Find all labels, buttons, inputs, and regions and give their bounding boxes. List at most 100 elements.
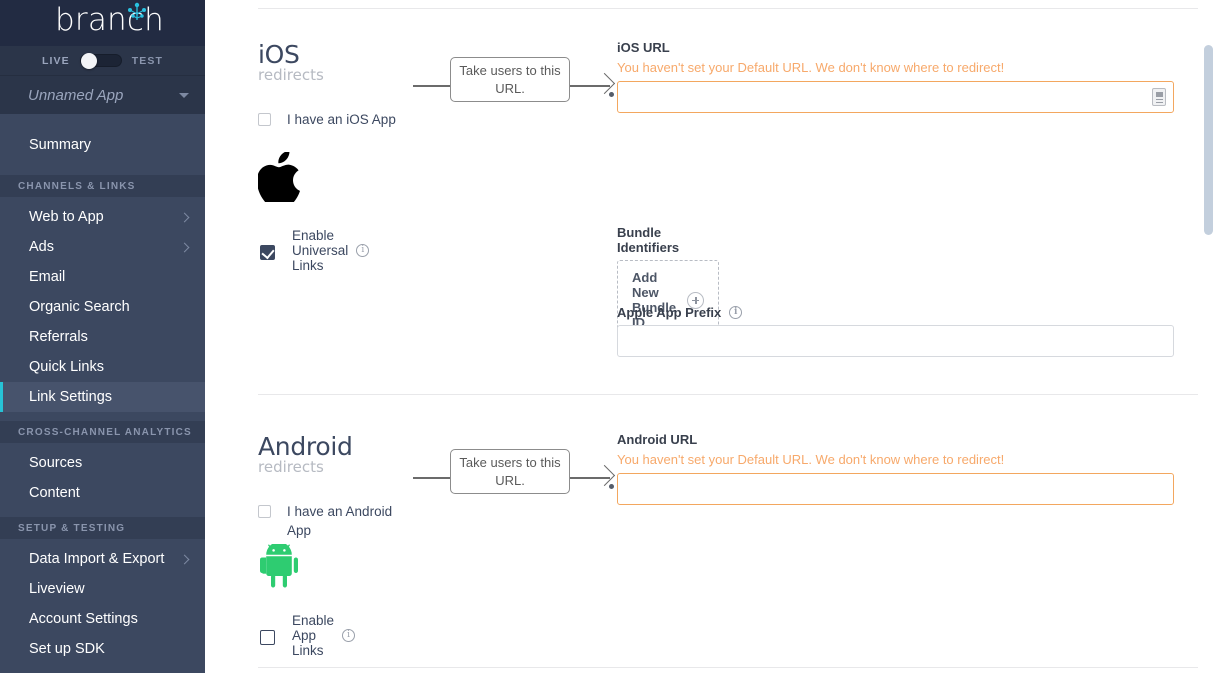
env-toggle-switch[interactable]	[80, 54, 122, 67]
android-url-field-group: Android URL You haven't set your Default…	[617, 432, 1174, 505]
flow-arrow-right-icon	[570, 85, 610, 87]
apple-logo-icon	[258, 152, 300, 202]
ios-apple-app-prefix-label-text: Apple App Prefix	[617, 305, 721, 320]
ios-url-input[interactable]	[617, 81, 1174, 113]
ios-section-title: iOS	[258, 40, 300, 69]
info-icon[interactable]: i	[356, 244, 369, 257]
chevron-right-icon	[180, 554, 190, 564]
ios-url-warning: You haven't set your Default URL. We don…	[617, 60, 1174, 75]
sidebar-item-set-up-sdk[interactable]: Set up SDK	[0, 634, 205, 664]
android-have-app-checkbox[interactable]	[258, 505, 271, 518]
sidebar-item-referrals[interactable]: Referrals	[0, 322, 205, 352]
section-divider-bottom	[258, 667, 1198, 668]
sidebar-item-web-to-app[interactable]: Web to App	[0, 202, 205, 232]
android-have-app-label: I have an Android App	[287, 502, 398, 540]
sidebar-item-label: Organic Search	[29, 299, 191, 315]
sidebar-item-label: Link Settings	[29, 389, 191, 405]
ios-have-app-row[interactable]: I have an iOS App	[258, 110, 398, 129]
android-app-links-row[interactable]: Enable App Links i	[260, 613, 355, 658]
scrollbar-track[interactable]	[1208, 0, 1217, 673]
ios-universal-links-label-text: Enable Universal Links	[292, 228, 348, 273]
android-have-app-row[interactable]: I have an Android App	[258, 502, 398, 540]
chevron-right-icon	[180, 212, 190, 222]
sidebar-item-label: Ads	[29, 239, 181, 255]
sidebar-item-label: Liveview	[29, 581, 191, 597]
sidebar-item-label: Email	[29, 269, 191, 285]
info-icon[interactable]: i	[729, 306, 742, 319]
sidebar-item-data-import-export[interactable]: Data Import & Export	[0, 544, 205, 574]
ios-flow-diagram: Take users to this URL.	[413, 57, 613, 113]
ios-flow-box-label: Take users to this URL.	[450, 57, 570, 102]
sidebar-item-liveview[interactable]: Liveview	[0, 574, 205, 604]
android-app-links-checkbox[interactable]	[260, 630, 275, 645]
chevron-down-icon[interactable]	[179, 93, 189, 98]
ios-url-field-group: iOS URL You haven't set your Default URL…	[617, 40, 1174, 113]
android-logo-icon	[258, 544, 300, 588]
sidebar-section-setup-testing: SETUP & TESTING	[0, 517, 205, 539]
env-test-label[interactable]: TEST	[132, 55, 163, 67]
sidebar-item-link-settings[interactable]: Link Settings	[0, 382, 205, 412]
brand-logo[interactable]: branch	[0, 0, 205, 46]
sidebar-item-label: Quick Links	[29, 359, 191, 375]
flow-line-left	[413, 477, 450, 479]
ios-url-field-marker	[609, 92, 614, 97]
sidebar-item-label: Sources	[29, 455, 191, 471]
sidebar-item-label: Summary	[29, 137, 191, 153]
sidebar-group-channels-links: Web to App Ads Email Organic Search Refe…	[0, 197, 205, 421]
ios-universal-links-label: Enable Universal Links i	[292, 228, 369, 273]
app-root: branch LIVE TEST Unnamed App	[0, 0, 1221, 673]
info-icon[interactable]: i	[342, 629, 355, 642]
device-icon[interactable]	[1152, 88, 1166, 106]
ios-apple-app-prefix-input-wrap	[617, 325, 1174, 357]
sidebar-item-label: Set up SDK	[29, 641, 191, 657]
android-section-title: Android	[258, 432, 353, 461]
flow-arrow-right-icon	[570, 477, 610, 479]
ios-universal-links-checkbox[interactable]	[260, 245, 275, 260]
ios-bundle-identifiers-label: Bundle Identifiers	[617, 225, 719, 255]
ios-apple-app-prefix-input[interactable]	[617, 325, 1174, 357]
ios-have-app-label: I have an iOS App	[287, 110, 396, 129]
android-url-label: Android URL	[617, 432, 1174, 447]
android-app-links-label-text: Enable App Links	[292, 613, 334, 658]
android-app-links-label: Enable App Links i	[292, 613, 355, 658]
sidebar-item-label: Content	[29, 485, 191, 501]
flow-line-left	[413, 85, 450, 87]
ios-have-app-checkbox[interactable]	[258, 113, 271, 126]
ios-bundle-identifiers-label-text: Bundle Identifiers	[617, 225, 719, 255]
sidebar-item-ads[interactable]: Ads	[0, 232, 205, 262]
sidebar-item-summary[interactable]: Summary	[0, 130, 205, 160]
ios-url-label-text: iOS URL	[617, 40, 670, 55]
sidebar-section-channels-links: CHANNELS & LINKS	[0, 175, 205, 197]
sidebar-item-label: Data Import & Export	[29, 551, 181, 567]
ios-url-label: iOS URL	[617, 40, 1174, 55]
sidebar-item-content[interactable]: Content	[0, 478, 205, 508]
sidebar-item-label: Web to App	[29, 209, 181, 225]
sidebar-item-quick-links[interactable]: Quick Links	[0, 352, 205, 382]
section-divider-top	[258, 8, 1198, 9]
sidebar-item-email[interactable]: Email	[0, 262, 205, 292]
ios-apple-app-prefix-label: Apple App Prefix i	[617, 305, 1174, 320]
sidebar: branch LIVE TEST Unnamed App	[0, 0, 205, 673]
env-live-label[interactable]: LIVE	[42, 55, 70, 67]
app-selector-dropdown[interactable]: Unnamed App	[0, 76, 205, 115]
sprout-icon	[126, 2, 148, 22]
sidebar-item-sources[interactable]: Sources	[0, 448, 205, 478]
ios-universal-links-row[interactable]: Enable Universal Links i	[260, 228, 369, 273]
android-section-subtitle: redirects	[258, 458, 324, 476]
android-url-input-wrap	[617, 473, 1174, 505]
ios-section-subtitle: redirects	[258, 66, 324, 84]
environment-toggle-row: LIVE TEST	[0, 46, 205, 76]
android-flow-diagram: Take users to this URL.	[413, 449, 613, 505]
app-selector-name: Unnamed App	[28, 87, 179, 104]
sidebar-group-setup-testing: Data Import & Export Liveview Account Se…	[0, 539, 205, 673]
ios-url-input-wrap	[617, 81, 1174, 113]
env-toggle-knob[interactable]	[81, 53, 97, 69]
sidebar-item-organic-search[interactable]: Organic Search	[0, 292, 205, 322]
ios-apple-app-prefix-group: Apple App Prefix i	[617, 305, 1174, 357]
android-url-warning: You haven't set your Default URL. We don…	[617, 452, 1174, 467]
android-url-input[interactable]	[617, 473, 1174, 505]
sidebar-item-label: Account Settings	[29, 611, 191, 627]
sidebar-group-cross-channel-analytics: Sources Content	[0, 443, 205, 517]
sidebar-item-account-settings[interactable]: Account Settings	[0, 604, 205, 634]
scrollbar-thumb[interactable]	[1204, 45, 1213, 235]
